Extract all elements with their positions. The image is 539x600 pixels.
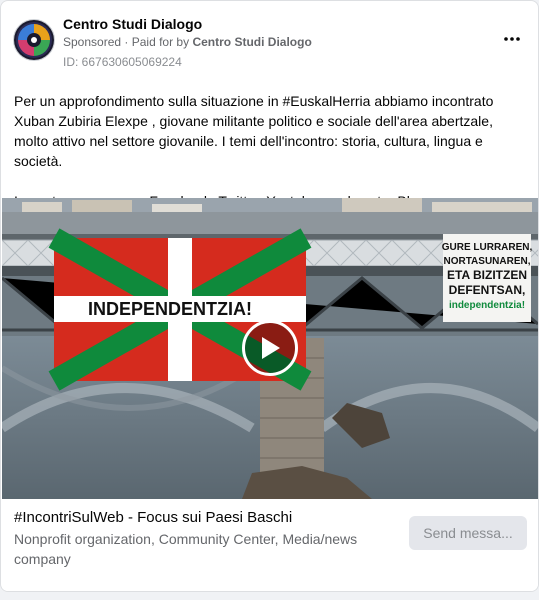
ad-description: Nonprofit organization, Community Center… [14, 531, 358, 567]
post-body: Per un approfondimento sulla situazione … [14, 91, 524, 211]
sponsored-label: Sponsored [63, 35, 122, 49]
paid-for-prefix: Paid for by [131, 35, 190, 49]
send-message-button[interactable]: Send messa... [409, 516, 527, 550]
paid-by-name: Centro Studi Dialogo [192, 35, 312, 49]
ad-footer: #IncontriSulWeb - Focus sui Paesi Baschi… [2, 499, 538, 591]
page-logo-icon [14, 20, 54, 60]
ad-id: ID: 667630605069224 [63, 55, 182, 69]
banner-line-3: ETA BIZITZEN [447, 268, 527, 282]
flag-text: INDEPENDENTZIA! [88, 299, 252, 319]
ad-post-card: Centro Studi Dialogo Sponsored · Paid fo… [0, 0, 539, 592]
more-dots-icon [504, 37, 520, 41]
ad-headline[interactable]: #IncontriSulWeb - Focus sui Paesi Baschi [14, 509, 292, 526]
more-options-button[interactable] [498, 29, 526, 49]
video-thumbnail[interactable]: INDEPENDENTZIA! GURE LURRAREN, NORTASUNA… [2, 198, 538, 499]
post-paragraph-1: Per un approfondimento sulla situazione … [14, 93, 494, 169]
banner-line-2: NORTASUNAREN, [443, 256, 530, 267]
banner-line-5: independentzia! [449, 300, 525, 311]
page-avatar[interactable] [13, 19, 55, 61]
banner-line-1: GURE LURRAREN, [442, 242, 533, 253]
sponsored-line: Sponsored · Paid for by Centro Studi Dia… [63, 35, 312, 49]
banner-line-4: DEFENTSAN, [449, 283, 526, 297]
play-button[interactable] [242, 320, 298, 376]
page-name-link[interactable]: Centro Studi Dialogo [63, 16, 202, 32]
post-header: Centro Studi Dialogo Sponsored · Paid fo… [13, 15, 526, 71]
separator-dot: · [124, 35, 132, 49]
play-icon [262, 337, 280, 359]
